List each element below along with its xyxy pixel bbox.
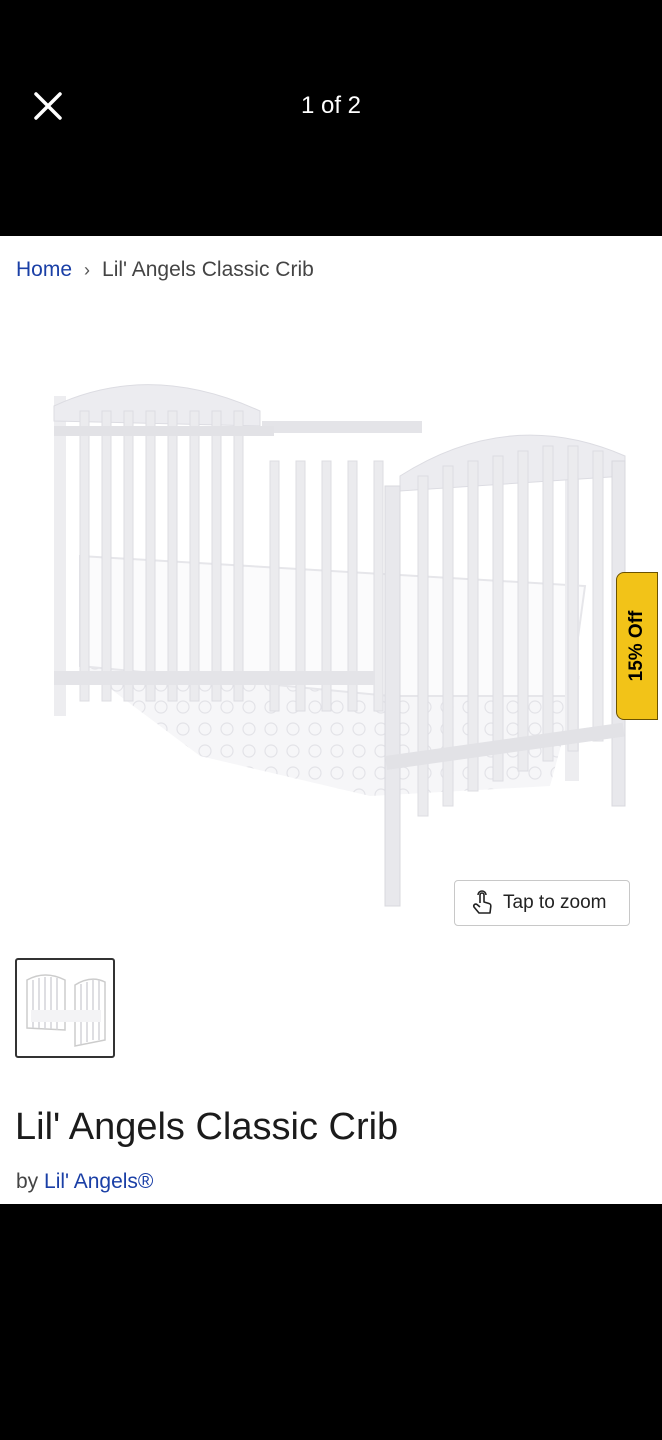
- crib-thumbnail: [26, 974, 106, 1047]
- tap-to-zoom-button[interactable]: Tap to zoom: [454, 880, 630, 926]
- brand-prefix: by: [16, 1170, 39, 1193]
- image-counter: 1 of 2: [300, 92, 362, 119]
- product-title: Lil' Angels Classic Crib: [15, 1106, 399, 1148]
- product-sheet: Home › Lil' Angels Classic Crib 15% Off …: [0, 236, 662, 1204]
- viewer-header: 1 of 2: [0, 0, 662, 236]
- brand-line: by Lil' Angels®: [16, 1170, 153, 1194]
- discount-badge: 15% Off: [616, 572, 658, 720]
- breadcrumb-home-link[interactable]: Home: [16, 258, 72, 282]
- tap-hand-icon: [472, 890, 492, 914]
- brand-link[interactable]: Lil' Angels®: [44, 1170, 153, 1193]
- breadcrumb: Home › Lil' Angels Classic Crib: [16, 258, 314, 282]
- discount-badge-label: 15% Off: [626, 610, 647, 682]
- chevron-right-icon: ›: [84, 259, 91, 280]
- product-image[interactable]: [40, 366, 640, 916]
- breadcrumb-current: Lil' Angels Classic Crib: [102, 258, 314, 281]
- thumbnail-image[interactable]: [15, 958, 115, 1058]
- tap-to-zoom-label: Tap to zoom: [503, 892, 607, 913]
